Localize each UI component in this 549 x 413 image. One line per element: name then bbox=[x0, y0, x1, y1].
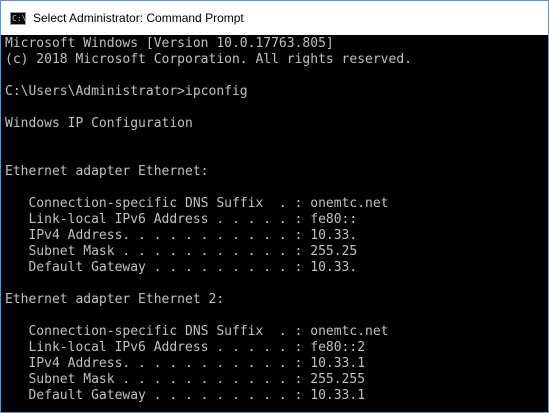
console-line: Default Gateway . . . . . . . . . : 10.3… bbox=[5, 260, 358, 275]
console-output[interactable]: Microsoft Windows [Version 10.0.17763.80… bbox=[1, 35, 548, 412]
console-line: IPv4 Address. . . . . . . . . . . : 10.3… bbox=[5, 228, 358, 243]
console-line: Connection-specific DNS Suffix . : onemt… bbox=[5, 196, 389, 211]
command-prompt-window: C:\ Select Administrator: Command Prompt… bbox=[0, 0, 549, 413]
console-line: IPv4 Address. . . . . . . . . . . : 10.3… bbox=[5, 356, 366, 371]
console-line: C:\Users\Administrator>ipconfig bbox=[5, 84, 248, 99]
command-prompt-icon[interactable]: C:\ bbox=[10, 11, 27, 25]
console-line: Ethernet adapter Ethernet: bbox=[5, 164, 209, 179]
console-line: Ethernet adapter Ethernet 2: bbox=[5, 292, 225, 307]
console-line: Connection-specific DNS Suffix . : onemt… bbox=[5, 324, 389, 339]
window-title: Select Administrator: Command Prompt bbox=[33, 11, 244, 25]
console-line: Microsoft Windows [Version 10.0.17763.80… bbox=[5, 36, 334, 51]
title-bar[interactable]: C:\ Select Administrator: Command Prompt bbox=[1, 1, 548, 35]
command-prompt-icon-glyph: C:\ bbox=[12, 13, 27, 23]
console-line: Windows IP Configuration bbox=[5, 116, 193, 131]
console-line: Link-local IPv6 Address . . . . . : fe80… bbox=[5, 212, 358, 227]
console-line: (c) 2018 Microsoft Corporation. All righ… bbox=[5, 52, 412, 67]
console-line: Default Gateway . . . . . . . . . : 10.3… bbox=[5, 388, 366, 403]
console-line: Subnet Mask . . . . . . . . . . . : 255.… bbox=[5, 372, 366, 387]
console-line: Subnet Mask . . . . . . . . . . . : 255.… bbox=[5, 244, 358, 259]
console-line: Link-local IPv6 Address . . . . . : fe80… bbox=[5, 340, 366, 355]
